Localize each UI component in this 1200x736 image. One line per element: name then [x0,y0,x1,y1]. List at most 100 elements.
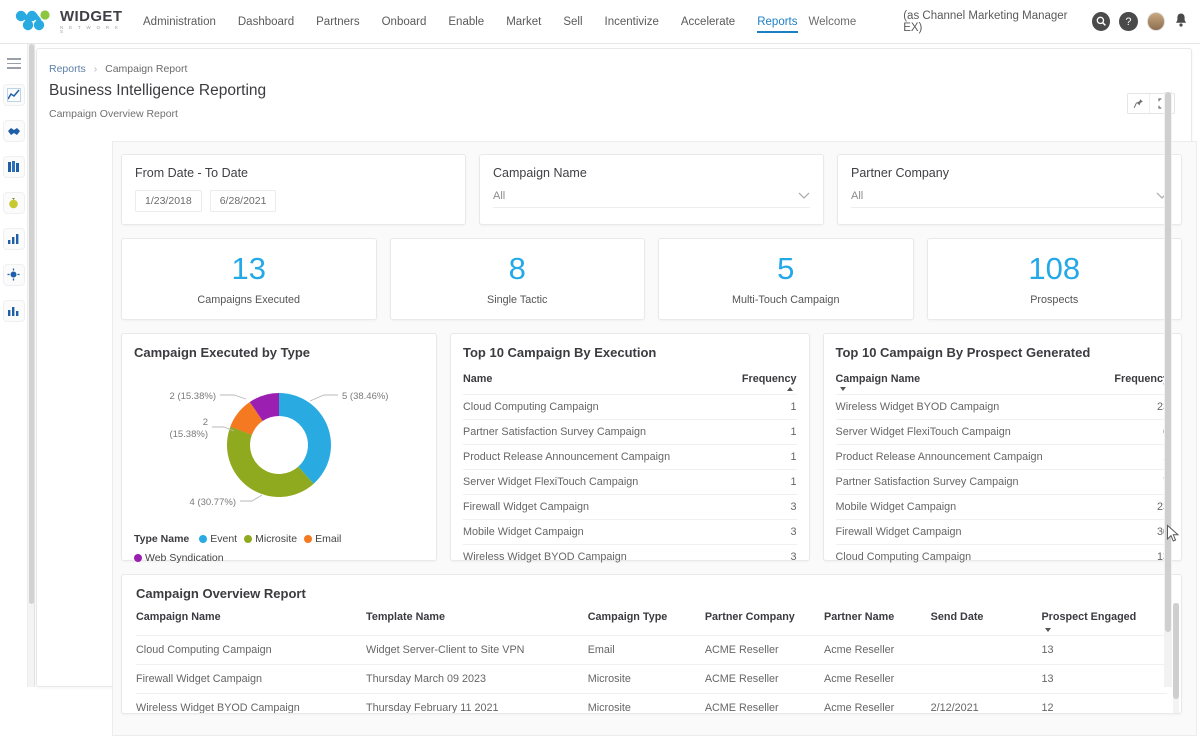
notification-bell-icon[interactable] [1174,12,1188,32]
donut-label-email-b: (15.38%) [169,429,208,440]
table-row[interactable]: Firewall Widget Campaign Thursday March … [136,664,1167,693]
kpi-multi-touch-campaign[interactable]: 5 Multi-Touch Campaign [658,238,914,320]
menu-toggle-icon[interactable] [7,58,21,72]
table-row[interactable]: Wireless Widget BYOD Campaign23 [836,394,1170,419]
column-header-name[interactable]: Name [463,369,727,395]
column-header-template-name[interactable]: Template Name [366,605,588,636]
top-campaign-by-prospect-card: Top 10 Campaign By Prospect Generated Ca… [823,333,1183,561]
sidebar-item-bar-chart[interactable] [3,300,25,322]
breadcrumb-root[interactable]: Reports [49,63,86,75]
search-icon[interactable] [1092,12,1110,31]
table-row[interactable]: Wireless Widget BYOD Campaign Thursday F… [136,693,1167,714]
nav-accelerate[interactable]: Accelerate [670,0,746,44]
cell-template-name: Widget Server-Client to Site VPN [366,635,588,664]
column-header-campaign-type[interactable]: Campaign Type [588,605,705,636]
table-row[interactable]: Server Widget FlexiTouch Campaign6 [836,419,1170,444]
cell-partner-name: Acme Reseller [824,664,931,693]
column-header-partner-company[interactable]: Partner Company [705,605,824,636]
table-row[interactable]: Partner Satisfaction Survey Campaign1 [463,419,797,444]
pin-icon[interactable] [1128,94,1150,113]
table-row[interactable]: Cloud Computing Campaign Widget Server-C… [136,635,1167,664]
cell-campaign-name: Cloud Computing Campaign [136,635,366,664]
nav-reports[interactable]: Reports [746,0,808,44]
column-header-frequency[interactable]: Frequency [1099,369,1169,395]
table-row[interactable]: Firewall Widget Campaign3 [463,494,797,519]
sidebar-item-growth-chart[interactable] [3,228,25,250]
table-row[interactable]: Product Release Announcement Campaign1 [836,444,1170,469]
widget-logo-icon [14,9,54,35]
partner-company-select[interactable]: All [851,190,1168,208]
legend-item-web-syndication[interactable]: Web Syndication [134,552,224,564]
legend-item-microsite[interactable]: Microsite [244,533,297,545]
campaign-name-select[interactable]: All [493,190,810,208]
report-scroll-area: From Date - To Date 1/23/2018 6/28/2021 … [112,141,1197,736]
to-date-input[interactable]: 6/28/2021 [210,190,277,212]
column-header-send-date[interactable]: Send Date [931,605,1042,636]
cell-frequency: 6 [1099,419,1169,444]
nav-market[interactable]: Market [495,0,552,44]
sidebar-item-books[interactable] [3,156,25,178]
report-scrollbar-thumb[interactable] [1165,92,1171,632]
legend-item-event[interactable]: Event [199,533,237,545]
brand-logo[interactable]: WIDGET N E T W O R K S [14,9,106,35]
sidebar-item-gear-sun[interactable] [3,264,25,286]
user-avatar[interactable] [1147,12,1165,31]
overview-table-scrollbar-thumb[interactable] [1173,603,1179,699]
breadcrumb: Reports › Campaign Report [49,63,1191,75]
nav-administration[interactable]: Administration [132,0,227,44]
overview-table-scrollbar[interactable] [1173,603,1179,713]
table-row[interactable]: Firewall Widget Campaign30 [836,519,1170,544]
cell-campaign-type: Microsite [588,693,705,714]
table-row[interactable]: Mobile Widget Campaign3 [463,519,797,544]
cell-template-name: Thursday March 09 2023 [366,664,588,693]
table-row[interactable]: Partner Satisfaction Survey Campaign7 [836,469,1170,494]
table-row[interactable]: Server Widget FlexiTouch Campaign1 [463,469,797,494]
cell-send-date [931,635,1042,664]
table-header-row: Campaign Name Template Name Campaign Typ… [136,605,1167,636]
nav-onboard[interactable]: Onboard [371,0,438,44]
page-subtitle: Campaign Overview Report [49,108,1191,120]
table-row[interactable]: Cloud Computing Campaign1 [463,394,797,419]
cell-frequency: 3 [727,494,797,519]
kpi-prospects[interactable]: 108 Prospects [927,238,1183,320]
kpi-label: Single Tactic [391,294,645,306]
from-date-input[interactable]: 1/23/2018 [135,190,202,212]
donut-chart[interactable]: 5 (38.46%) 2 (15.38%) 2 (15.38%) 4 (30.7… [134,369,424,519]
nav-incentivize[interactable]: Incentivize [594,0,670,44]
sidebar-item-money-bag[interactable] [3,192,25,214]
campaign-overview-table: Campaign Name Template Name Campaign Typ… [136,605,1167,714]
sidebar-item-line-chart[interactable] [3,84,25,106]
nav-sell[interactable]: Sell [552,0,593,44]
top-execution-table: Name Frequency Cloud Computing Campaign1… [463,369,797,569]
legend-item-email[interactable]: Email [304,533,341,545]
column-header-prospect-engaged[interactable]: Prospect Engaged [1041,605,1167,636]
table-row[interactable]: Product Release Announcement Campaign1 [463,444,797,469]
column-header-partner-name[interactable]: Partner Name [824,605,931,636]
cell-partner-name: Acme Reseller [824,635,931,664]
table-row[interactable]: Cloud Computing Campaign13 [836,544,1170,569]
column-header-campaign-name[interactable]: Campaign Name [836,369,1100,395]
chart-legend: Type Name Event Microsite Email [134,533,424,564]
table-row[interactable]: Wireless Widget BYOD Campaign3 [463,544,797,569]
column-header-frequency[interactable]: Frequency [727,369,797,395]
campaign-overview-report-card: Campaign Overview Report Campaign Name T… [121,574,1182,714]
cell-frequency: 7 [1099,469,1169,494]
column-header-campaign-name[interactable]: Campaign Name [136,605,366,636]
report-scrollbar[interactable] [1164,92,1172,687]
sidebar-item-handshake[interactable] [3,120,25,142]
filter-campaign-name-label: Campaign Name [493,166,810,180]
cell-name: Partner Satisfaction Survey Campaign [463,419,727,444]
user-role-label: (as Channel Marketing Manager EX) [903,10,1083,34]
help-icon[interactable]: ? [1119,12,1137,31]
nav-partners[interactable]: Partners [305,0,370,44]
nav-dashboard[interactable]: Dashboard [227,0,305,44]
filter-partner-company-label: Partner Company [851,166,1168,180]
cell-frequency: 1 [727,469,797,494]
breadcrumb-separator: › [94,63,98,75]
rail-scrollbar[interactable] [28,44,35,687]
kpi-campaigns-executed[interactable]: 13 Campaigns Executed [121,238,377,320]
rail-scrollbar-thumb[interactable] [29,44,34,604]
nav-enable[interactable]: Enable [437,0,495,44]
table-row[interactable]: Mobile Widget Campaign23 [836,494,1170,519]
kpi-single-tactic[interactable]: 8 Single Tactic [390,238,646,320]
